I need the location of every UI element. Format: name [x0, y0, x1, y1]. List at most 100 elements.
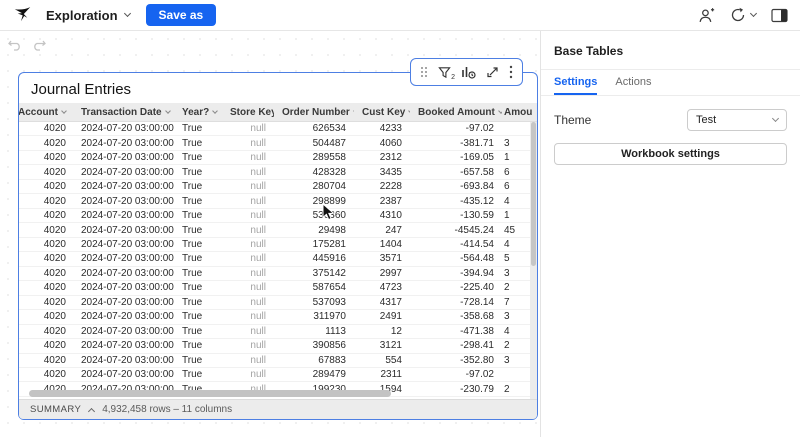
tab-settings[interactable]: Settings — [554, 70, 597, 95]
table-cell[interactable]: -657.58 — [410, 167, 502, 178]
table-cell[interactable]: True — [174, 253, 222, 264]
table-cell[interactable]: True — [174, 369, 222, 380]
table-cell[interactable]: 554 — [354, 355, 410, 366]
maximize-icon[interactable] — [486, 66, 499, 79]
table-row[interactable]: 40202024-07-20 03:00:00Truenull536360431… — [19, 209, 537, 223]
column-header[interactable]: Account — [19, 107, 74, 118]
table-row[interactable]: 40202024-07-20 03:00:00Truenull445916357… — [19, 252, 537, 266]
table-cell[interactable]: True — [174, 152, 222, 163]
table-cell[interactable]: 2228 — [354, 181, 410, 192]
table-cell[interactable]: True — [174, 268, 222, 279]
table-cell[interactable]: 1404 — [354, 239, 410, 250]
redo-icon[interactable] — [32, 38, 46, 56]
table-cell[interactable]: 2024-07-20 03:00:00 — [74, 268, 174, 279]
table-row[interactable]: 40202024-07-20 03:00:00Truenull587654472… — [19, 281, 537, 295]
table-cell[interactable]: 4020 — [19, 326, 74, 337]
table-cell[interactable]: 2024-07-20 03:00:00 — [74, 181, 174, 192]
panel-toggle-icon[interactable] — [771, 8, 788, 23]
table-cell[interactable]: 2024-07-20 03:00:00 — [74, 355, 174, 366]
summary-bar[interactable]: SUMMARY 4,932,458 rows – 11 columns — [19, 399, 537, 419]
table-cell[interactable]: null — [222, 311, 274, 322]
table-cell[interactable]: 4020 — [19, 297, 74, 308]
table-cell[interactable]: 4317 — [354, 297, 410, 308]
column-header[interactable]: Order Number — [274, 107, 354, 118]
table-cell[interactable]: -435.12 — [410, 196, 502, 207]
table-cell[interactable]: 4060 — [354, 138, 410, 149]
table-cell[interactable]: null — [222, 123, 274, 134]
table-cell[interactable]: -97.02 — [410, 369, 502, 380]
table-cell[interactable]: 390856 — [274, 340, 354, 351]
table-cell[interactable]: null — [222, 152, 274, 163]
table-cell[interactable]: True — [174, 210, 222, 221]
table-cell[interactable]: 2024-07-20 03:00:00 — [74, 369, 174, 380]
table-cell[interactable]: -564.48 — [410, 253, 502, 264]
table-cell[interactable]: 2024-07-20 03:00:00 — [74, 239, 174, 250]
table-cell[interactable]: True — [174, 311, 222, 322]
table-cell[interactable]: 4723 — [354, 282, 410, 293]
column-header[interactable]: Store Key — [222, 107, 274, 118]
table-cell[interactable]: -4545.24 — [410, 225, 502, 236]
table-cell[interactable]: 2024-07-20 03:00:00 — [74, 282, 174, 293]
journal-entries-table[interactable]: Journal Entries AccountTransaction DateY… — [18, 72, 538, 420]
table-cell[interactable]: 2024-07-20 03:00:00 — [74, 297, 174, 308]
table-cell[interactable]: 2024-07-20 03:00:00 — [74, 210, 174, 221]
table-row[interactable]: 40202024-07-20 03:00:00Truenull280704222… — [19, 180, 537, 194]
table-cell[interactable]: True — [174, 167, 222, 178]
save-as-button[interactable]: Save as — [146, 4, 217, 26]
column-header[interactable]: Transaction Date — [74, 107, 174, 118]
table-cell[interactable]: null — [222, 138, 274, 149]
tab-actions[interactable]: Actions — [615, 70, 651, 95]
table-cell[interactable]: True — [174, 181, 222, 192]
table-cell[interactable]: 2024-07-20 03:00:00 — [74, 167, 174, 178]
table-cell[interactable]: 4020 — [19, 167, 74, 178]
table-cell[interactable]: null — [222, 225, 274, 236]
table-cell[interactable]: True — [174, 225, 222, 236]
table-row[interactable]: 40202024-07-20 03:00:00Truenull111312-47… — [19, 325, 537, 339]
table-row[interactable]: 40202024-07-20 03:00:00Truenull29498247-… — [19, 223, 537, 237]
table-cell[interactable]: -169.05 — [410, 152, 502, 163]
table-cell[interactable]: -130.59 — [410, 210, 502, 221]
table-cell[interactable]: 2311 — [354, 369, 410, 380]
table-cell[interactable]: 2491 — [354, 311, 410, 322]
table-cell[interactable]: 536360 — [274, 210, 354, 221]
table-cell[interactable]: 4020 — [19, 355, 74, 366]
table-row[interactable]: 40202024-07-20 03:00:00Truenull626534423… — [19, 122, 537, 136]
table-row[interactable]: 40202024-07-20 03:00:00Truenull537093431… — [19, 296, 537, 310]
table-cell[interactable]: 537093 — [274, 297, 354, 308]
table-cell[interactable]: -230.79 — [410, 384, 502, 395]
table-cell[interactable]: 4020 — [19, 369, 74, 380]
create-chart-icon[interactable] — [461, 65, 476, 79]
refresh-chevron-down-icon[interactable] — [750, 10, 757, 17]
table-row[interactable]: 40202024-07-20 03:00:00Truenull175281140… — [19, 238, 537, 252]
table-row[interactable]: 40202024-07-20 03:00:00Truenull375142299… — [19, 267, 537, 281]
table-cell[interactable]: 2024-07-20 03:00:00 — [74, 123, 174, 134]
table-cell[interactable]: 428328 — [274, 167, 354, 178]
table-cell[interactable]: 67883 — [274, 355, 354, 366]
table-cell[interactable]: 3121 — [354, 340, 410, 351]
table-cell[interactable]: 4233 — [354, 123, 410, 134]
table-cell[interactable]: 3435 — [354, 167, 410, 178]
table-cell[interactable]: null — [222, 282, 274, 293]
horizontal-scrollbar[interactable] — [29, 390, 391, 397]
table-cell[interactable]: null — [222, 239, 274, 250]
table-cell[interactable]: 29498 — [274, 225, 354, 236]
table-cell[interactable]: 289479 — [274, 369, 354, 380]
table-cell[interactable]: 2024-07-20 03:00:00 — [74, 340, 174, 351]
table-cell[interactable]: -298.41 — [410, 340, 502, 351]
table-cell[interactable]: 2024-07-20 03:00:00 — [74, 152, 174, 163]
table-cell[interactable]: 587654 — [274, 282, 354, 293]
table-cell[interactable]: -414.54 — [410, 239, 502, 250]
table-cell[interactable]: 247 — [354, 225, 410, 236]
table-cell[interactable]: 4310 — [354, 210, 410, 221]
table-cell[interactable]: -471.38 — [410, 326, 502, 337]
table-cell[interactable]: 2024-07-20 03:00:00 — [74, 311, 174, 322]
table-row[interactable]: 40202024-07-20 03:00:00Truenull390856312… — [19, 339, 537, 353]
column-header[interactable]: Booked Amount — [410, 107, 502, 118]
table-row[interactable]: 40202024-07-20 03:00:00Truenull289558231… — [19, 151, 537, 165]
column-header[interactable]: Year? — [174, 107, 222, 118]
table-cell[interactable]: 4020 — [19, 253, 74, 264]
table-cell[interactable]: 4020 — [19, 138, 74, 149]
hummingbird-logo-icon[interactable] — [12, 5, 32, 25]
table-cell[interactable]: 4020 — [19, 311, 74, 322]
table-cell[interactable]: True — [174, 340, 222, 351]
